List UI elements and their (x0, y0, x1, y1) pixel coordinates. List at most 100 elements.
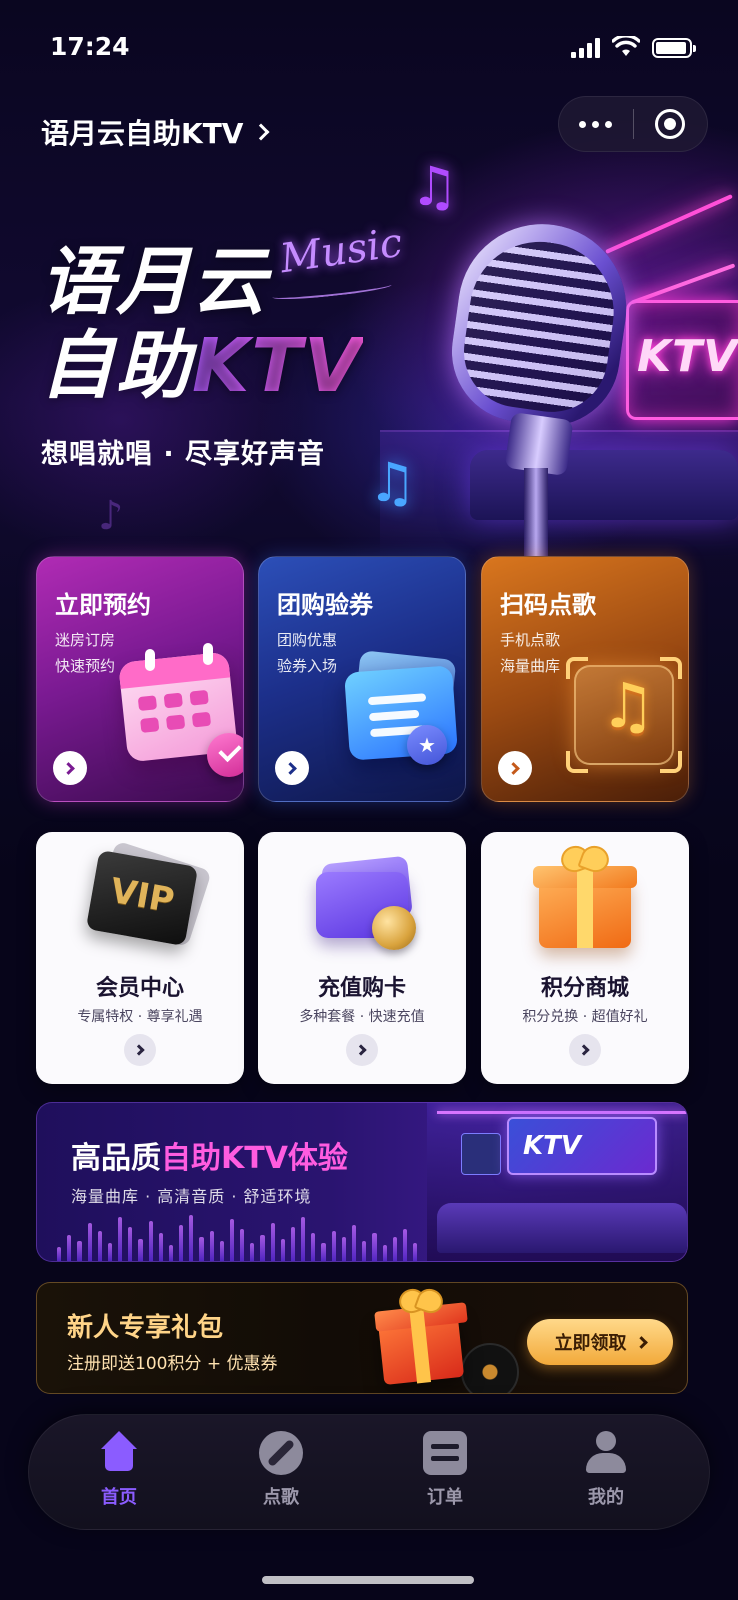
equalizer-bar (250, 1243, 255, 1261)
chevron-right-icon (577, 1044, 590, 1056)
equalizer-bar (148, 1221, 153, 1261)
equalizer-bar (372, 1233, 377, 1261)
tab-home[interactable]: 首页 (59, 1431, 179, 1519)
banner-sofa (437, 1203, 687, 1253)
equalizer-bar (351, 1225, 357, 1261)
chevron-right-icon (132, 1044, 145, 1056)
equalizer-bar (402, 1229, 408, 1261)
recharge-card[interactable]: 充值购卡 多种套餐 · 快速充值 (258, 832, 466, 1084)
banner-title-highlight: 自助KTV体验 (161, 1141, 348, 1176)
hero-title: 语月云 自助KTV (40, 240, 363, 408)
banner-screen: KTV (507, 1117, 657, 1175)
card-arrow-button[interactable] (346, 1034, 378, 1066)
equalizer-bar (413, 1243, 418, 1261)
equalizer-bars (57, 1207, 418, 1261)
card-arrow-button[interactable] (124, 1034, 156, 1066)
card-title: 扫码点歌 (500, 591, 596, 619)
chevron-right-icon (634, 1335, 648, 1349)
gift-banner-subtitle: 注册即送100积分 + 优惠券 (67, 1354, 278, 1374)
equalizer-bar (189, 1215, 194, 1261)
compass-icon (259, 1431, 303, 1475)
hero-title-line1: 语月云 (40, 239, 268, 325)
coin-icon (372, 906, 416, 950)
equalizer-bar (382, 1245, 387, 1261)
star-icon: ★ (407, 725, 447, 765)
equalizer-bar (229, 1219, 235, 1261)
vip-card-icon: VIP (85, 849, 199, 947)
equalizer-bar (128, 1227, 133, 1261)
equalizer-bar (331, 1231, 336, 1261)
tab-orders[interactable]: 订单 (385, 1431, 505, 1519)
tab-label: 首页 (101, 1487, 137, 1508)
equalizer-bar (97, 1231, 102, 1261)
equalizer-bar (392, 1237, 397, 1261)
claim-button-label: 立即领取 (554, 1333, 627, 1354)
app-title: 语月云自助KTV (41, 117, 244, 150)
chevron-right-icon (354, 1044, 367, 1056)
hero-subtitle: 想唱就唱 · 尽享好声音 (41, 439, 326, 470)
orders-icon (423, 1431, 467, 1475)
music-note-icon: ♪ (98, 493, 124, 539)
gift-banner-title: 新人专享礼包 (67, 1313, 224, 1343)
equalizer-bar (280, 1239, 285, 1261)
music-note-icon: ♫ (600, 669, 656, 742)
points-mall-card[interactable]: 积分商城 积分兑换 · 超值好礼 (481, 832, 689, 1084)
gift-box-bow (399, 1289, 443, 1311)
target-icon (655, 109, 686, 139)
banner-neon-strip (437, 1111, 687, 1114)
card-arrow-button[interactable] (275, 751, 309, 785)
scan-corner (660, 751, 682, 773)
banner-title: 高品质自助KTV体验 (71, 1141, 348, 1176)
vinyl-record-icon (461, 1343, 519, 1393)
calendar-ring (203, 643, 213, 665)
microphone-illustration (442, 213, 638, 560)
equalizer-bar (240, 1229, 245, 1261)
status-time: 17:24 (50, 32, 130, 61)
equalizer-bar (290, 1227, 296, 1261)
card-description: 迷房订房 快速预约 (55, 631, 116, 675)
music-note-icon: ♫ (368, 451, 417, 514)
scan-corner (566, 751, 588, 773)
claim-button[interactable]: 立即领取 (527, 1319, 673, 1365)
status-bar: 17:24 (0, 0, 738, 90)
tab-label: 我的 (588, 1487, 624, 1508)
card-title: 积分商城 (540, 976, 629, 1001)
music-note-icon: ♫ (410, 155, 459, 218)
hero-title-highlight: KTV (192, 323, 364, 409)
tab-label: 点歌 (263, 1487, 299, 1508)
card-title: 立即预约 (55, 591, 151, 619)
app-title-link[interactable]: 语月云自助KTV (41, 112, 270, 152)
equalizer-bar (57, 1247, 62, 1261)
card-title: 会员中心 (95, 976, 184, 1001)
scan-song-card[interactable]: 扫码点歌 手机点歌 海量曲库 ♫ (481, 556, 689, 802)
book-now-card[interactable]: 立即预约 迷房订房 快速预约 (36, 556, 244, 802)
ktv-neon-sign: KTV (626, 300, 738, 420)
new-user-gift-banner[interactable]: 新人专享礼包 注册即送100积分 + 优惠券 立即领取 (36, 1282, 688, 1394)
equalizer-bar (209, 1231, 214, 1261)
card-arrow-button[interactable] (53, 751, 87, 785)
equalizer-bar (321, 1243, 326, 1261)
tab-profile[interactable]: 我的 (546, 1431, 666, 1519)
close-miniprogram-button[interactable] (634, 96, 708, 152)
card-arrow-button[interactable] (498, 751, 532, 785)
equalizer-bar (107, 1243, 113, 1261)
card-description: 手机点歌 海量曲库 (500, 631, 561, 675)
ktv-experience-banner[interactable]: KTV 高品质自助KTV体验 海量曲库 · 高清音质 · 舒适环境 (36, 1102, 688, 1262)
more-button[interactable] (559, 96, 633, 152)
equalizer-bar (87, 1223, 92, 1261)
home-icon (97, 1431, 141, 1475)
equalizer-bar (158, 1233, 163, 1261)
gift-bow (561, 846, 609, 870)
equalizer-bar (301, 1217, 306, 1261)
member-center-card[interactable]: VIP 会员中心 专属特权 · 尊享礼遇 (36, 832, 244, 1084)
home-indicator[interactable] (262, 1576, 474, 1584)
calendar-ring (145, 649, 155, 671)
equalizer-bar (260, 1235, 265, 1261)
equalizer-bar (362, 1241, 367, 1261)
group-voucher-card[interactable]: 团购验券 团购优惠 验券入场 ★ (258, 556, 466, 802)
bottom-tab-bar: 首页 点歌 订单 我的 (28, 1414, 710, 1530)
check-icon (207, 733, 243, 777)
hero-title-line2: 自助KTV (40, 323, 364, 409)
card-arrow-button[interactable] (569, 1034, 601, 1066)
tab-songs[interactable]: 点歌 (221, 1431, 341, 1519)
